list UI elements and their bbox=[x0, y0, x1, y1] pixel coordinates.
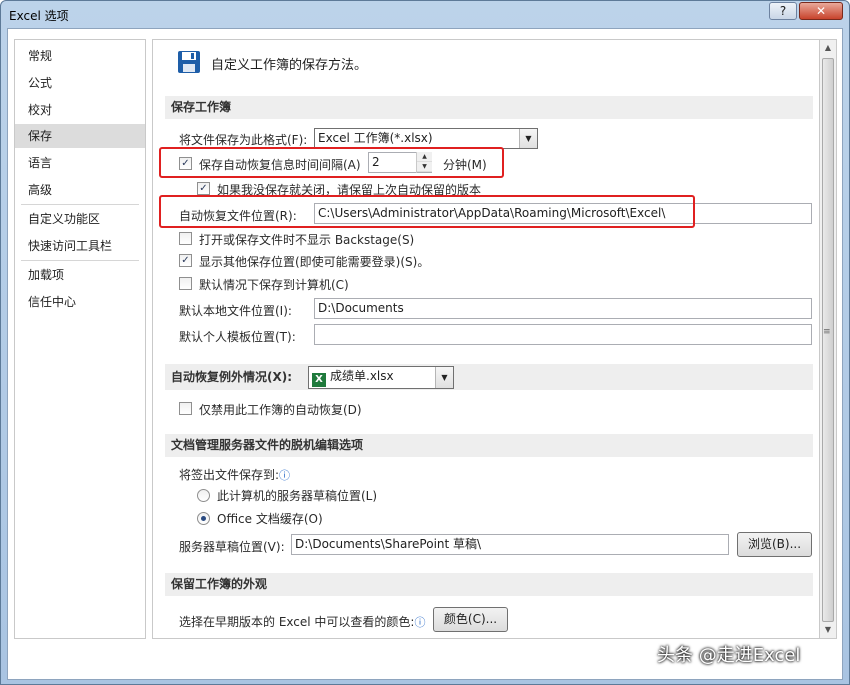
title-bar[interactable]: Excel 选项 ? ✕ bbox=[1, 1, 849, 27]
colors-label-text: 选择在早期版本的 Excel 中可以查看的颜色: bbox=[179, 615, 415, 629]
close-button[interactable]: ✕ bbox=[799, 2, 843, 20]
browse-button[interactable]: 浏览(B)... bbox=[737, 532, 812, 557]
no-backstage-label: 打开或保存文件时不显示 Backstage(S) bbox=[199, 233, 415, 247]
nav-item-formulas[interactable]: 公式 bbox=[15, 71, 145, 95]
local-path-input[interactable]: D:\Documents bbox=[314, 298, 812, 319]
scroll-down-icon[interactable]: ▼ bbox=[820, 622, 836, 638]
highlight-box bbox=[159, 147, 504, 178]
page-header: 自定义工作簿的保存方法。 bbox=[211, 58, 368, 73]
scroll-thumb[interactable] bbox=[822, 58, 834, 622]
exceptions-workbook-value: 成绩单.xlsx bbox=[330, 369, 394, 383]
info-icon: ⓘ bbox=[414, 616, 426, 629]
nav-item-language[interactable]: 语言 bbox=[15, 151, 145, 175]
nav-item-quick-access-toolbar[interactable]: 快速访问工具栏 bbox=[15, 234, 145, 258]
colors-label: 选择在早期版本的 Excel 中可以查看的颜色:ⓘ bbox=[179, 613, 425, 630]
nav-item-advanced[interactable]: 高级 bbox=[15, 178, 145, 202]
help-button[interactable]: ? bbox=[769, 2, 797, 20]
no-backstage-checkbox[interactable] bbox=[179, 232, 192, 245]
scroll-grip-icon: ≡ bbox=[823, 327, 831, 337]
nav-item-general[interactable]: 常规 bbox=[15, 44, 145, 68]
options-window: Excel 选项 ? ✕ 常规 公式 校对 保存 语言 高级 自定义功能区 快速… bbox=[0, 0, 850, 685]
dialog-client: 常规 公式 校对 保存 语言 高级 自定义功能区 快速访问工具栏 加载项 信任中… bbox=[7, 28, 843, 680]
template-path-label: 默认个人模板位置(T): bbox=[179, 330, 296, 344]
show-other-locations-checkbox[interactable]: ✓ bbox=[179, 254, 192, 267]
content-pane: 自定义工作簿的保存方法。 保存工作簿 将文件保存为此格式(F): Excel 工… bbox=[152, 39, 820, 639]
format-label: 将文件保存为此格式(F): bbox=[179, 133, 308, 147]
highlight-box bbox=[159, 195, 695, 228]
radio-server-drafts[interactable] bbox=[197, 489, 210, 502]
disable-autorecover-label: 仅禁用此工作簿的自动恢复(D) bbox=[199, 403, 362, 417]
template-path-input[interactable] bbox=[314, 324, 812, 345]
section-autorecover-exceptions: 自动恢复例外情况(X): bbox=[165, 364, 813, 390]
save-checked-out-text: 将签出文件保存到: bbox=[179, 468, 280, 482]
radio-office-cache-label: Office 文档缓存(O) bbox=[217, 512, 323, 526]
drafts-location-value: D:\Documents\SharePoint 草稿\ bbox=[295, 537, 482, 551]
chevron-down-icon[interactable]: ▼ bbox=[519, 129, 537, 148]
scroll-up-icon[interactable]: ▲ bbox=[820, 40, 836, 56]
nav-item-trust-center[interactable]: 信任中心 bbox=[15, 290, 145, 314]
nav-divider bbox=[21, 204, 139, 205]
watermark-text: 头条 @走进Excel bbox=[657, 645, 801, 666]
keep-last-version-checkbox[interactable]: ✓ bbox=[197, 182, 210, 195]
drafts-location-label: 服务器草稿位置(V): bbox=[179, 540, 285, 554]
section-save-workbooks: 保存工作簿 bbox=[165, 96, 813, 119]
excel-file-icon: X bbox=[312, 373, 326, 387]
nav-item-add-ins[interactable]: 加载项 bbox=[15, 263, 145, 287]
chevron-down-icon[interactable]: ▼ bbox=[435, 367, 453, 388]
radio-server-drafts-label: 此计算机的服务器草稿位置(L) bbox=[217, 489, 378, 503]
nav-item-proofing[interactable]: 校对 bbox=[15, 98, 145, 122]
exceptions-workbook-select[interactable]: X 成绩单.xlsx ▼ bbox=[308, 366, 454, 389]
local-path-value: D:\Documents bbox=[318, 301, 404, 315]
save-to-computer-label: 默认情况下保存到计算机(C) bbox=[199, 278, 349, 292]
save-to-computer-checkbox[interactable] bbox=[179, 277, 192, 290]
window-title: Excel 选项 bbox=[9, 9, 69, 23]
drafts-location-input[interactable]: D:\Documents\SharePoint 草稿\ bbox=[291, 534, 729, 555]
vertical-scrollbar[interactable]: ▲ ≡ ▼ bbox=[820, 39, 837, 639]
section-offline-editing: 文档管理服务器文件的脱机编辑选项 bbox=[165, 434, 813, 457]
local-path-label: 默认本地文件位置(I): bbox=[179, 304, 292, 318]
format-select[interactable]: Excel 工作簿(*.xlsx) ▼ bbox=[314, 128, 538, 149]
nav-item-save[interactable]: 保存 bbox=[15, 124, 145, 148]
save-checked-out-label: 将签出文件保存到:ⓘ bbox=[179, 466, 290, 483]
info-icon: ⓘ bbox=[279, 469, 291, 482]
show-other-locations-label: 显示其他保存位置(即使可能需要登录)(S)。 bbox=[199, 255, 430, 269]
disable-autorecover-checkbox[interactable] bbox=[179, 402, 192, 415]
floppy-disk-icon bbox=[178, 51, 200, 73]
format-select-value: Excel 工作簿(*.xlsx) bbox=[318, 131, 433, 145]
nav-item-customize-ribbon[interactable]: 自定义功能区 bbox=[15, 207, 145, 231]
exceptions-title: 自动恢复例外情况(X): bbox=[171, 370, 293, 384]
colors-button[interactable]: 颜色(C)... bbox=[433, 607, 508, 632]
nav-divider bbox=[21, 260, 139, 261]
radio-office-cache[interactable] bbox=[197, 512, 210, 525]
section-workbook-appearance: 保留工作簿的外观 bbox=[165, 573, 813, 596]
category-nav: 常规 公式 校对 保存 语言 高级 自定义功能区 快速访问工具栏 加载项 信任中… bbox=[14, 39, 146, 639]
